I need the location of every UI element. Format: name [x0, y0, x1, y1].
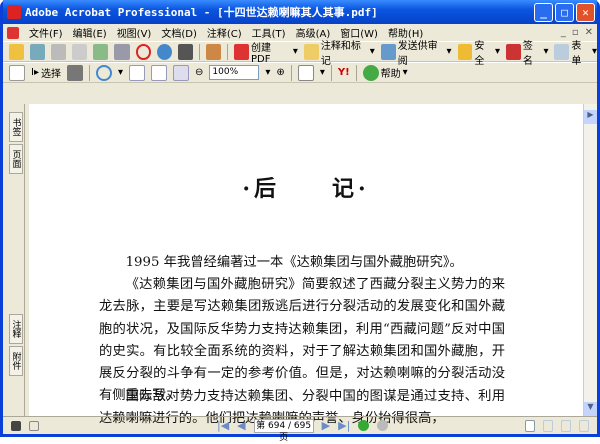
- toolbar-main: 创建 PDF ▾ 注释和标记 ▾ 发送供审阅 ▾ 安全 ▾ 签名 ▾ 表单 ▾: [3, 39, 597, 67]
- email-icon[interactable]: [93, 43, 109, 60]
- tab-attachments[interactable]: 附件: [9, 346, 23, 376]
- previous-page-button[interactable]: ◀: [237, 419, 245, 432]
- yahoo-icon[interactable]: Y!: [338, 67, 350, 78]
- comment-icon: [303, 43, 319, 60]
- snapshot-icon[interactable]: [66, 64, 83, 81]
- text-cursor-icon: I▸: [31, 67, 39, 78]
- rotate-view-icon[interactable]: [297, 64, 314, 81]
- tab-pages[interactable]: 页面: [9, 144, 23, 174]
- close-button[interactable]: ✕: [576, 2, 595, 22]
- pen-icon: [506, 43, 521, 60]
- acrobat-icon: [7, 5, 21, 19]
- page-properties-icon[interactable]: [29, 420, 39, 431]
- menu-file[interactable]: 文件(F): [29, 25, 63, 40]
- acrobat-window: Adobe Acrobat Professional - [十四世达赖喇嘛其人其…: [0, 0, 600, 443]
- pdf-doc-icon: [7, 26, 19, 39]
- fit-width-icon[interactable]: [173, 64, 189, 81]
- open-icon[interactable]: [9, 43, 25, 60]
- help-icon: [362, 64, 379, 81]
- fit-page-icon[interactable]: [151, 64, 167, 81]
- single-page-icon[interactable]: [501, 418, 517, 434]
- vertical-scrollbar[interactable]: ▶ ▼: [583, 104, 597, 416]
- paragraph: 1995 年我曾经编著过一本《达赖集团与国外藏胞研究》。: [125, 255, 463, 270]
- help-button[interactable]: 帮助 ▾: [362, 64, 408, 81]
- organizer-icon[interactable]: [30, 43, 46, 60]
- menu-view[interactable]: 视图(V): [117, 25, 152, 40]
- facing-layout-icon[interactable]: [579, 419, 589, 432]
- scroll-up-arrow[interactable]: ▶: [584, 110, 597, 124]
- continuous-layout-icon[interactable]: [543, 419, 553, 432]
- title-bar: Adobe Acrobat Professional - [十四世达赖喇嘛其人其…: [3, 0, 597, 24]
- tab-bookmarks[interactable]: 书签: [9, 112, 23, 142]
- window-title: Adobe Acrobat Professional - [十四世达赖喇嘛其人其…: [25, 6, 378, 19]
- document-page: ·后 记· 1995 年我曾经编著过一本《达赖集团与国外藏胞研究》。 《达赖集团…: [25, 104, 583, 426]
- hand-tool-icon[interactable]: [9, 64, 25, 81]
- create-pdf-icon: [234, 43, 249, 60]
- web-icon[interactable]: [156, 43, 172, 60]
- lock-icon: [457, 43, 473, 60]
- forms-button[interactable]: 表单 ▾: [554, 37, 597, 67]
- print-icon[interactable]: [72, 43, 88, 60]
- tab-comments[interactable]: 注释: [9, 314, 23, 344]
- send-review-button[interactable]: 发送供审阅 ▾: [380, 37, 452, 67]
- zoom-in-icon[interactable]: ⊕: [276, 67, 284, 78]
- comment-markup-button[interactable]: 注释和标记 ▾: [303, 37, 375, 67]
- review-icon: [380, 43, 396, 60]
- last-page-button[interactable]: ▶|: [338, 419, 350, 432]
- go-forward-icon[interactable]: [377, 420, 389, 431]
- save-icon[interactable]: [51, 43, 67, 60]
- nav-pane-toggle-icon[interactable]: [11, 420, 21, 431]
- minimize-button[interactable]: _: [534, 2, 553, 22]
- picture-tasks-icon[interactable]: [206, 43, 222, 60]
- scroll-down-arrow[interactable]: ▼: [584, 402, 597, 416]
- menu-edit[interactable]: 编辑(E): [73, 25, 107, 40]
- zoom-level-input[interactable]: 100%: [209, 65, 260, 80]
- maximize-button[interactable]: □: [555, 2, 574, 22]
- search-binoculars-icon[interactable]: [177, 43, 194, 60]
- select-tool-button[interactable]: I▸ 选择: [31, 65, 61, 80]
- navigation-pane: 书签 页面 注释 附件: [3, 104, 25, 416]
- forms-icon: [554, 43, 570, 60]
- first-page-button[interactable]: |◀: [217, 419, 229, 432]
- status-bar: |◀ ◀ 第 694 / 695 页 ▶ ▶|: [3, 416, 597, 443]
- stamp-icon[interactable]: [135, 43, 151, 60]
- menu-document[interactable]: 文档(D): [161, 25, 197, 40]
- sign-button[interactable]: 签名 ▾: [506, 37, 548, 67]
- create-pdf-button[interactable]: 创建 PDF ▾: [234, 39, 298, 65]
- next-page-button[interactable]: ▶: [322, 419, 330, 432]
- page-number-field[interactable]: 第 694 / 695 页: [253, 418, 314, 443]
- zoom-out-icon[interactable]: ⊖: [195, 67, 203, 78]
- actual-size-icon[interactable]: [129, 64, 145, 81]
- attach-icon[interactable]: [114, 43, 130, 60]
- zoom-tool-icon[interactable]: [95, 64, 112, 81]
- single-page-layout-icon[interactable]: [525, 419, 535, 432]
- go-back-icon[interactable]: [358, 420, 370, 431]
- page-heading: ·后 记·: [242, 176, 370, 202]
- continuous-facing-icon[interactable]: [561, 419, 571, 432]
- secure-button[interactable]: 安全 ▾: [457, 37, 500, 67]
